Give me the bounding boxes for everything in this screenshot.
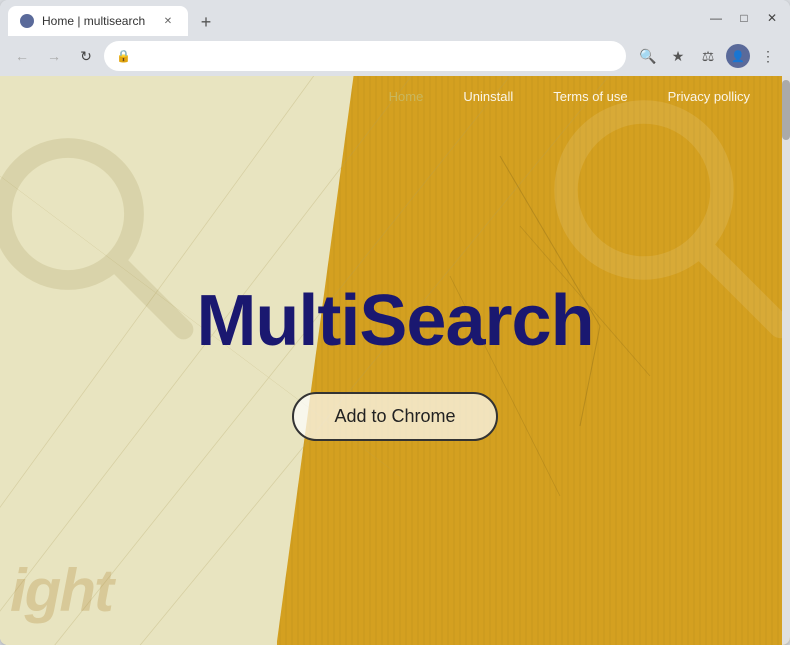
main-content: MultiSearch Add to Chrome (0, 76, 790, 645)
brand-part1: Multi (196, 281, 359, 361)
profile-button[interactable]: 👤 (724, 42, 752, 70)
new-tab-button[interactable]: + (192, 8, 220, 36)
tab-bar: Home | multisearch ✕ + (8, 0, 698, 36)
website: ight Home Uninstall Terms of use Privacy… (0, 76, 790, 645)
nav-uninstall[interactable]: Uninstall (463, 89, 513, 104)
scrollbar-thumb[interactable] (782, 80, 790, 140)
address-bar-row: ← → ↻ 🔒 🔍 ★ ⚖ 👤 ⋮ (0, 36, 790, 76)
viewport: ight Home Uninstall Terms of use Privacy… (0, 76, 790, 645)
nav-terms[interactable]: Terms of use (553, 89, 627, 104)
nav-privacy[interactable]: Privacy pollicy (668, 89, 750, 104)
site-nav: Home Uninstall Terms of use Privacy poll… (0, 76, 790, 116)
minimize-button[interactable]: — (706, 8, 726, 28)
address-bar[interactable]: 🔒 (104, 41, 626, 71)
toolbar-icons: 🔍 ★ ⚖ 👤 ⋮ (634, 42, 782, 70)
forward-button[interactable]: → (40, 42, 68, 70)
search-toolbar-icon[interactable]: 🔍 (634, 42, 662, 70)
reload-button[interactable]: ↻ (72, 42, 100, 70)
brand-title: MultiSearch (196, 280, 593, 362)
title-bar: Home | multisearch ✕ + — □ ✕ (0, 0, 790, 36)
close-button[interactable]: ✕ (762, 8, 782, 28)
lock-icon: 🔒 (116, 49, 131, 63)
menu-button[interactable]: ⋮ (754, 42, 782, 70)
tab-favicon (20, 14, 34, 28)
bookmark-icon[interactable]: ★ (664, 42, 692, 70)
nav-home[interactable]: Home (389, 89, 424, 104)
add-to-chrome-button[interactable]: Add to Chrome (292, 392, 497, 441)
tab-title: Home | multisearch (42, 14, 152, 28)
maximize-button[interactable]: □ (734, 8, 754, 28)
back-button[interactable]: ← (8, 42, 36, 70)
profile-avatar: 👤 (726, 44, 750, 68)
scrollbar[interactable] (782, 76, 790, 645)
brand-part2: Search (359, 281, 593, 361)
browser-frame: Home | multisearch ✕ + — □ ✕ ← → ↻ 🔒 🔍 ★… (0, 0, 790, 645)
extensions-icon[interactable]: ⚖ (694, 42, 722, 70)
tab-close-button[interactable]: ✕ (160, 13, 176, 29)
window-controls: — □ ✕ (706, 8, 782, 28)
active-tab[interactable]: Home | multisearch ✕ (8, 6, 188, 36)
